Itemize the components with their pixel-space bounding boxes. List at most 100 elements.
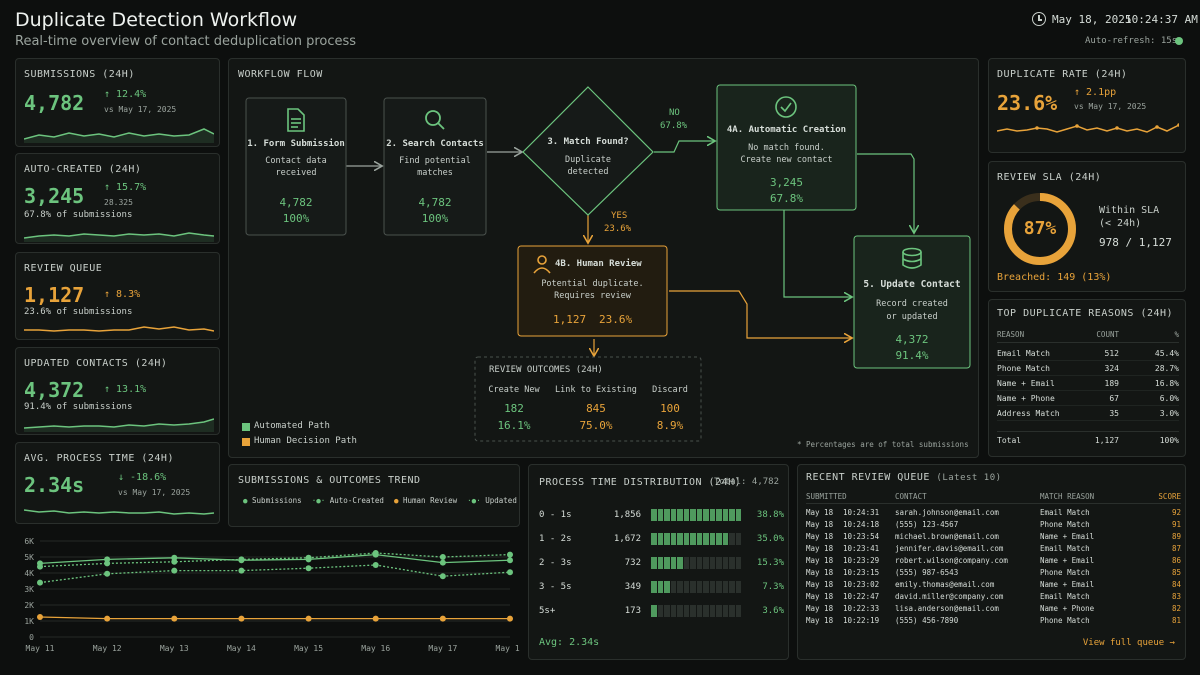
data-point: [37, 579, 43, 586]
bar-segment: [709, 509, 715, 521]
kpi-value: 4,372: [24, 378, 85, 402]
legend-auto-swatch: [242, 423, 250, 431]
queue-row[interactable]: May 18 10:24:31 sarah.johnson@email.com Ema…: [806, 506, 1181, 518]
table-cell: 28.7%: [1154, 363, 1179, 373]
bar-segment: [729, 533, 735, 545]
queue-row[interactable]: May 18 10:23:29 robert.wilson@company.com N…: [806, 554, 1181, 566]
queue-row[interactable]: May 18 10:22:19 (555) 456-7890 Phone Match 8…: [806, 614, 1181, 626]
data-point: [104, 560, 111, 567]
auto-pct: 67.8%: [769, 192, 804, 205]
bar-segment: [729, 581, 735, 593]
table-cell: 84: [1171, 579, 1181, 589]
series-line: [39, 553, 511, 565]
table-cell: 10:23:41: [843, 543, 880, 553]
bucket-bar: [651, 509, 741, 521]
data-point: [171, 615, 178, 622]
review-desc2: Requires review: [554, 291, 631, 301]
auto-value: 3,245: [769, 176, 804, 189]
node-match-found: [522, 86, 654, 216]
bar-segment: [709, 533, 715, 545]
table-cell: (555) 456-7890: [895, 615, 959, 625]
distribution-title: PROCESS TIME DISTRIBUTION (24H): [539, 477, 742, 488]
match-desc2: detected: [567, 167, 609, 177]
bar-segment: [690, 533, 696, 545]
table-cell: Email Match: [1040, 543, 1090, 553]
workflow-diagram: [242, 84, 971, 446]
bar-segment: [670, 581, 676, 593]
table-cell: Email Match: [1040, 507, 1090, 517]
bar-segment: [716, 557, 722, 569]
x-tick-label: May 18: [496, 644, 520, 653]
distribution-total: Total: 4,782: [713, 477, 779, 487]
workflow-footnote: * Percentages are of total submissions: [797, 440, 969, 449]
kpi-sparkline: [24, 509, 214, 515]
table-cell: 3.0%: [1159, 408, 1179, 418]
bar-segment: [722, 533, 728, 545]
trend-title: SUBMISSIONS & OUTCOMES TREND: [238, 475, 421, 486]
bucket-pct: 15.3%: [756, 558, 784, 568]
kpi-value: 2.34s: [24, 473, 85, 497]
bar-segment: [722, 605, 728, 617]
table-cell: May 18: [806, 543, 834, 553]
table-cell: 81: [1171, 615, 1181, 625]
queue-row[interactable]: May 18 10:23:02 emily.thomas@email.com Name…: [806, 578, 1181, 590]
queue-row[interactable]: May 18 10:24:18 (555) 123-4567 Phone Match 9…: [806, 518, 1181, 530]
kpi-review-queue: REVIEW QUEUE 1,127 ↑ 8.3% 23.6% of submi…: [15, 252, 220, 340]
bucket-pct: 35.0%: [756, 534, 784, 544]
reasons-title: TOP DUPLICATE REASONS (24H): [997, 308, 1174, 319]
yes-label: YES: [611, 211, 628, 221]
distribution-row: 3 - 5s 349 7.3%: [539, 575, 784, 599]
distribution-avg: Avg: 2.34s: [539, 637, 600, 648]
form-pct: 100%: [282, 212, 310, 225]
queue-header: SUBMITTED CONTACT MATCH REASON SCORE: [806, 490, 1181, 504]
table-cell: May 18: [806, 615, 834, 625]
view-full-queue-link[interactable]: View full queue →: [1083, 638, 1175, 648]
bucket-label: 0 - 1s: [539, 510, 572, 520]
bar-segment: [683, 509, 689, 521]
table-cell: 10:23:29: [843, 555, 880, 565]
table-cell: May 18: [806, 579, 834, 589]
kpi-updated-contacts: UPDATED CONTACTS (24H) 4,372 ↑ 13.1% 91.…: [15, 347, 220, 435]
y-tick-label: 4K: [24, 569, 34, 578]
table-cell: Name + Phone: [997, 393, 1055, 403]
bar-segment: [696, 509, 702, 521]
table-cell: Name + Email: [1040, 579, 1095, 589]
bar-segment: [651, 557, 657, 569]
reasons-table: REASON COUNT% Email Match 512 45.4% Phone Mat…: [997, 327, 1179, 449]
bar-segment: [683, 605, 689, 617]
form-desc2: received: [275, 168, 317, 178]
kpi-sparkline: [997, 123, 1179, 133]
bar-segment: [709, 557, 715, 569]
x-tick-label: May 15: [294, 644, 323, 653]
auto-refresh-label: Auto-refresh: 15s: [1085, 36, 1178, 46]
outcome-value: 845: [586, 402, 606, 415]
queue-row[interactable]: May 18 10:23:41 jennifer.davis@email.com Em…: [806, 542, 1181, 554]
bar-segment: [729, 605, 735, 617]
bar-segment: [703, 605, 709, 617]
kpi-note: vs May 17, 2025: [118, 488, 191, 497]
queue-row[interactable]: May 18 10:23:54 michael.brown@email.com Nam…: [806, 530, 1181, 542]
table-cell: 10:23:54: [843, 531, 880, 541]
table-cell: 35: [1109, 408, 1119, 418]
bar-segment: [657, 509, 663, 521]
search-desc2: matches: [417, 168, 453, 178]
queue-row[interactable]: May 18 10:22:33 lisa.anderson@email.com Nam…: [806, 602, 1181, 614]
table-cell: 10:23:15: [843, 567, 880, 577]
queue-row[interactable]: May 18 10:23:15 (555) 987-6543 Phone Match 8…: [806, 566, 1181, 578]
bar-segment: [729, 557, 735, 569]
bar-segment: [716, 605, 722, 617]
sla-within-label: Within SLA: [1099, 205, 1160, 216]
kpi-note: vs May 17, 2025: [1074, 102, 1147, 111]
data-point: [37, 614, 43, 620]
bar-segment: [696, 605, 702, 617]
bar-segment: [690, 605, 696, 617]
table-cell: May 18: [806, 507, 834, 517]
queue-row[interactable]: May 18 10:22:47 david.miller@company.com Em…: [806, 590, 1181, 602]
outcome-label: Create New: [488, 385, 540, 395]
bucket-bar: [651, 557, 741, 569]
table-cell: Phone Match: [997, 363, 1050, 373]
table-cell: (555) 987-6543: [895, 567, 959, 577]
table-cell: 87: [1171, 543, 1181, 553]
legend-auto-created: ·●· Auto-Created: [311, 496, 384, 505]
search-value: 4,782: [418, 196, 452, 209]
